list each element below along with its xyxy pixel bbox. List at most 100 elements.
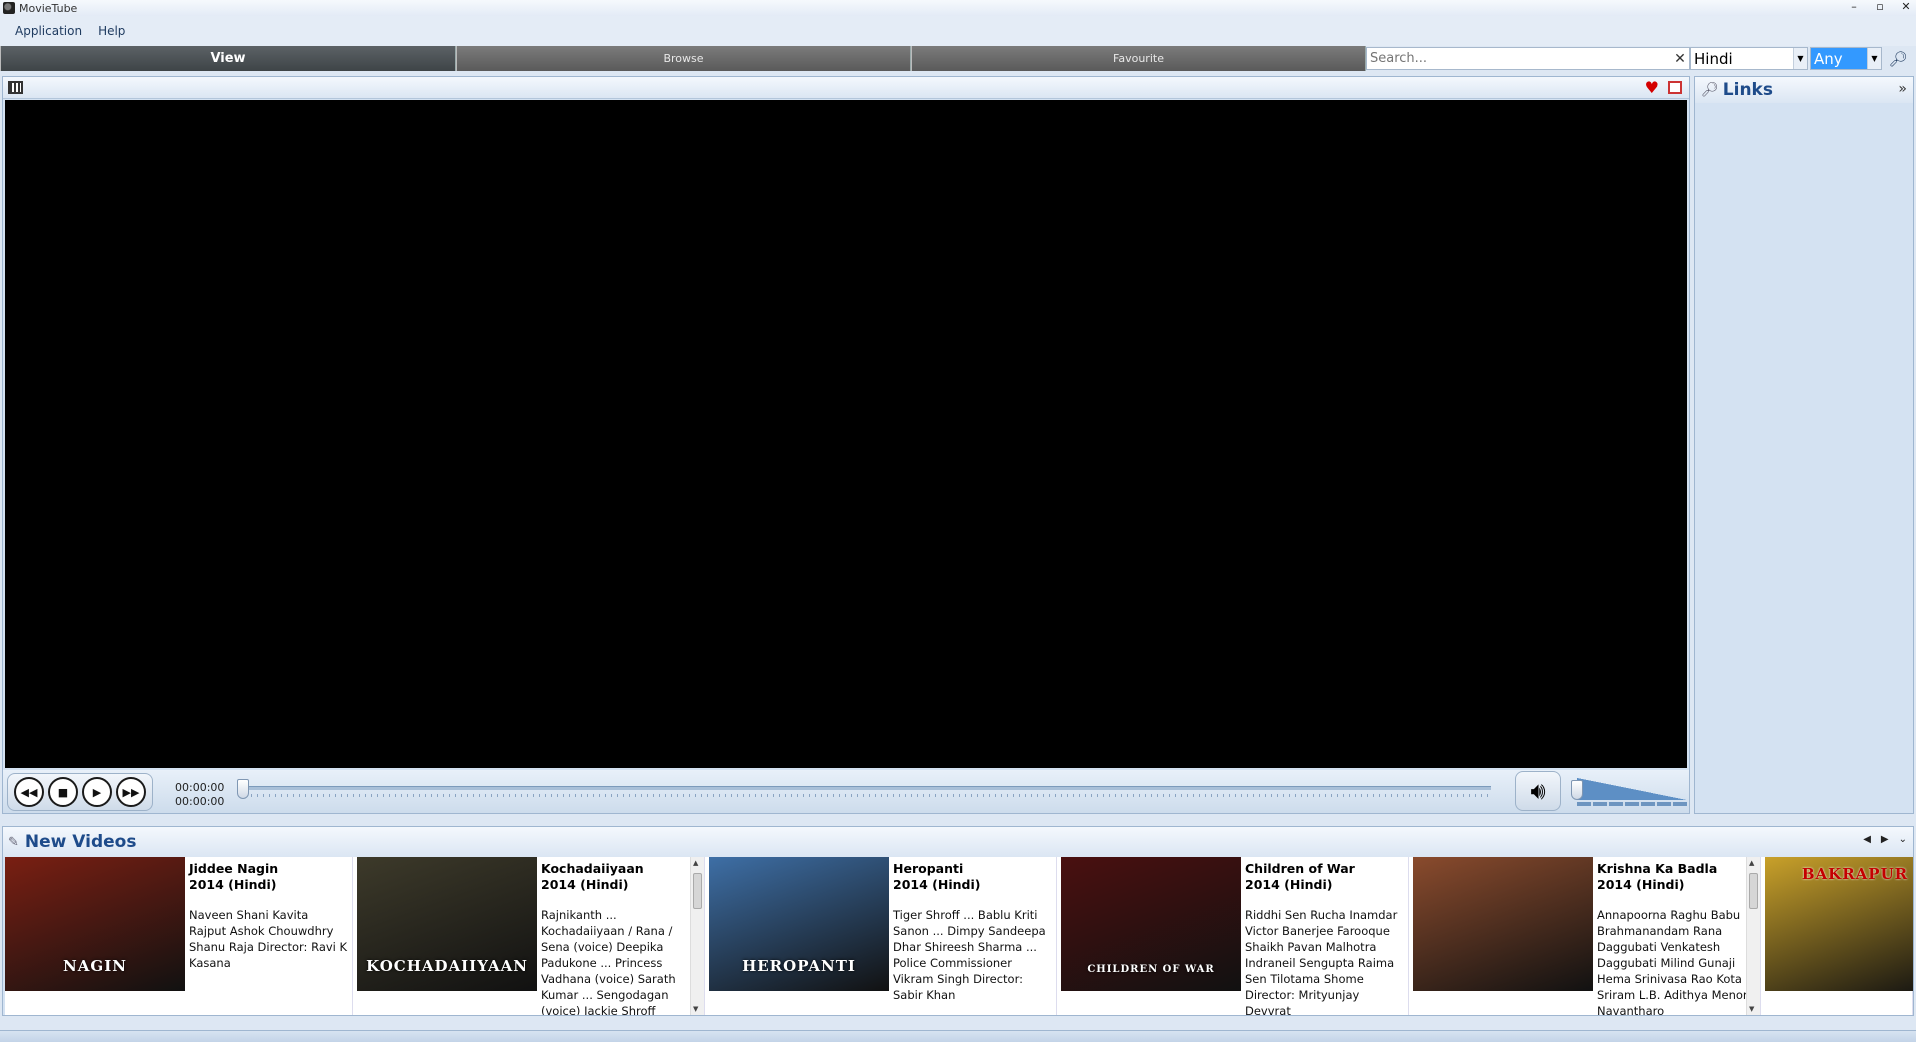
video-card[interactable]: CHILDREN OF WAR Children of War 2014 (Hi… [1061, 857, 1409, 1015]
minimize-icon[interactable]: – [1848, 0, 1860, 14]
video-card[interactable]: HEROPANTI Heropanti 2014 (Hindi) Tiger S… [709, 857, 1057, 1015]
seek-ticks [239, 794, 1491, 797]
volume-bar [1577, 802, 1687, 806]
video-cast: Annapoorna Raghu Babu Brahmanandam Rana … [1597, 908, 1751, 1015]
playback-buttons: ◀◀ ■ ▶ ▶▶ [7, 773, 153, 811]
poster-title: BAKRAPUR [1801, 865, 1909, 883]
links-title: Links [1722, 80, 1773, 100]
video-card[interactable]: NAGIN Jiddee Nagin 2014 (Hindi) Naveen S… [5, 857, 353, 1015]
video-year: 2014 (Hindi) [893, 877, 981, 892]
video-card[interactable]: Krishna Ka Badla 2014 (Hindi) Annapoorna… [1413, 857, 1761, 1015]
search-button[interactable]: 🔎︎ [1886, 48, 1910, 70]
volume-level[interactable] [1577, 778, 1687, 800]
maximize-icon[interactable]: ▫ [1874, 0, 1886, 14]
language-select[interactable]: Hindi ▼ [1690, 47, 1808, 70]
collapse-icon[interactable]: » [1898, 81, 1907, 97]
chevron-left-icon[interactable]: ◀ [1863, 834, 1871, 845]
status-bar [0, 1030, 1916, 1042]
video-cast: Rajnikanth ... Kochadaiiyaan / Rana / Se… [541, 908, 676, 1015]
menu-application[interactable]: Application [8, 20, 89, 42]
player-panel: ♥ ◀◀ ■ ▶ ▶▶ 00:00:00 00:00:00 🔊︎ [2, 76, 1690, 814]
genre-select[interactable]: Any ▼ [1810, 47, 1882, 70]
rewind-icon: ◀◀ [20, 785, 38, 799]
video-title[interactable]: Children of War [1245, 861, 1404, 877]
new-videos-header: ✎ New Videos ◀ ▶ ⌄ [3, 827, 1913, 857]
video-cast: Naveen Shani Kavita Rajput Ashok Chouwdh… [189, 908, 348, 970]
play-button[interactable]: ▶ [82, 777, 112, 807]
chevron-down-icon[interactable]: ⌄ [1899, 834, 1907, 845]
magnifier-icon: 🔎︎ [1888, 50, 1908, 68]
video-title[interactable]: Kochadaiiyaan [541, 861, 700, 877]
fast-forward-button[interactable]: ▶▶ [116, 777, 146, 807]
video-year: 2014 (Hindi) [189, 877, 277, 892]
video-poster[interactable]: BAKRAPUR [1765, 857, 1913, 991]
video-poster[interactable]: CHILDREN OF WAR [1061, 857, 1241, 991]
chevron-right-icon[interactable]: ▶ [1881, 834, 1889, 845]
pin-icon: ✎ [8, 834, 19, 850]
video-area[interactable] [5, 100, 1687, 768]
film-reel-icon [3, 2, 15, 14]
scroll-thumb[interactable] [1749, 873, 1758, 909]
fast-forward-icon: ▶▶ [122, 785, 140, 799]
genre-select-value: Any [1814, 49, 1843, 68]
card-scrollbar[interactable]: ▲ ▼ [690, 857, 704, 1015]
poster-title: NAGIN [63, 957, 127, 975]
speaker-icon: 🔊︎ [1530, 777, 1546, 805]
window-controls: – ▫ ✕ [1848, 0, 1912, 14]
window-title: MovieTube [19, 1, 78, 15]
video-title[interactable]: Krishna Ka Badla [1597, 861, 1756, 877]
clear-search-icon[interactable]: ✕ [1671, 51, 1689, 67]
chevron-down-icon[interactable]: ▼ [1867, 48, 1881, 69]
chevron-up-icon[interactable]: ▲ [693, 859, 698, 867]
close-icon[interactable]: ✕ [1900, 0, 1912, 14]
video-year: 2014 (Hindi) [541, 877, 629, 892]
card-scrollbar[interactable]: ▲ ▼ [1746, 857, 1760, 1015]
video-poster[interactable]: KOCHADAIIYAAN [357, 857, 537, 991]
poster-title: CHILDREN OF WAR [1087, 964, 1215, 975]
menu-help[interactable]: Help [91, 20, 132, 42]
menu-bar: Application Help [0, 16, 1916, 46]
new-videos-title: New Videos [24, 832, 137, 852]
chevron-down-icon[interactable]: ▼ [1749, 1005, 1754, 1013]
title-bar: MovieTube – ▫ ✕ [0, 0, 1916, 16]
time-total: 00:00:00 [175, 795, 225, 808]
tab-browse[interactable]: Browse [456, 46, 911, 71]
poster-title: KOCHADAIIYAAN [366, 957, 528, 975]
video-poster[interactable]: NAGIN [5, 857, 185, 991]
chevron-up-icon[interactable]: ▲ [1749, 859, 1754, 867]
video-poster[interactable]: HEROPANTI [709, 857, 889, 991]
links-panel: 🔎︎ Links » [1694, 76, 1914, 814]
video-info: Krishna Ka Badla 2014 (Hindi) Annapoorna… [1593, 857, 1760, 1015]
tabs-row: View Browse Favourite ✕ Hindi ▼ Any ▼ 🔎︎ [0, 46, 1916, 71]
video-title[interactable]: Jiddee Nagin [189, 861, 348, 877]
volume-button[interactable]: 🔊︎ [1515, 771, 1561, 811]
chevron-down-icon[interactable]: ▼ [1793, 48, 1807, 69]
video-card[interactable]: KOCHADAIIYAAN Kochadaiiyaan 2014 (Hindi)… [357, 857, 705, 1015]
fullscreen-icon[interactable] [1668, 81, 1682, 94]
scroll-thumb[interactable] [693, 873, 702, 909]
player-header: ♥ [3, 77, 1689, 99]
seek-thumb[interactable] [237, 779, 249, 799]
search-input[interactable] [1367, 48, 1671, 69]
video-title[interactable]: Heropanti [893, 861, 1052, 877]
heart-icon[interactable]: ♥ [1645, 78, 1659, 97]
video-card[interactable]: BAKRAPUR [1765, 857, 1913, 1015]
player-controls: ◀◀ ■ ▶ ▶▶ 00:00:00 00:00:00 🔊︎ [3, 770, 1689, 813]
links-header: 🔎︎ Links » [1695, 77, 1913, 103]
stop-button[interactable]: ■ [48, 777, 78, 807]
stop-icon: ■ [57, 785, 69, 799]
video-year: 2014 (Hindi) [1245, 877, 1333, 892]
video-year: 2014 (Hindi) [1597, 877, 1685, 892]
language-select-value: Hindi [1694, 49, 1733, 68]
film-icon [8, 81, 23, 94]
chevron-down-icon[interactable]: ▼ [693, 1005, 698, 1013]
video-poster[interactable] [1413, 857, 1593, 991]
seek-track[interactable] [239, 786, 1491, 790]
video-info: Heropanti 2014 (Hindi) Tiger Shroff ... … [889, 857, 1056, 1015]
play-icon: ▶ [92, 785, 102, 799]
video-cast: Tiger Shroff ... Bablu Kriti Sanon ... D… [893, 908, 1046, 1002]
volume-thumb[interactable] [1571, 780, 1583, 800]
tab-favourite[interactable]: Favourite [911, 46, 1366, 71]
rewind-button[interactable]: ◀◀ [14, 777, 44, 807]
tab-view[interactable]: View [0, 46, 456, 71]
